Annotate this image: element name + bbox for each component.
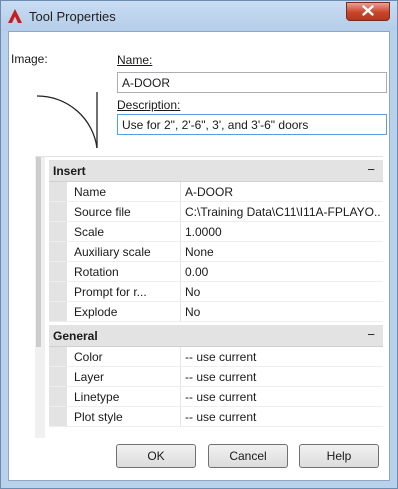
description-field[interactable]: Use for 2", 2'-6", 3', and 3'-6" doors: [117, 114, 387, 135]
property-name: Plot style: [74, 410, 123, 424]
property-value[interactable]: 1.0000: [185, 225, 381, 239]
property-value[interactable]: -- use current: [185, 410, 381, 424]
property-value[interactable]: No: [185, 285, 381, 299]
door-preview-icon: [36, 92, 98, 149]
help-button[interactable]: Help: [299, 444, 379, 468]
property-name: Linetype: [74, 390, 120, 404]
close-button[interactable]: [346, 2, 390, 21]
property-value[interactable]: -- use current: [185, 350, 381, 364]
collapse-icon[interactable]: −: [367, 162, 375, 177]
property-row[interactable]: Scale 1.0000: [49, 222, 383, 242]
section-title: General: [53, 329, 98, 343]
dialog-body: Image: Name: A-DOOR Description: Use for…: [8, 31, 390, 481]
name-label: Name:: [117, 53, 153, 67]
collapse-icon[interactable]: −: [367, 327, 375, 342]
close-icon: [362, 4, 374, 19]
property-row[interactable]: Name A-DOOR: [49, 182, 383, 202]
property-row[interactable]: Linetype -- use current: [49, 387, 383, 407]
property-value[interactable]: A-DOOR: [185, 185, 381, 199]
property-name: Color: [74, 350, 103, 364]
property-row[interactable]: Rotation 0.00: [49, 262, 383, 282]
title-bar[interactable]: Tool Properties: [1, 1, 397, 31]
property-name: Source file: [74, 205, 131, 219]
property-name: Name: [74, 185, 107, 199]
property-row[interactable]: Auxiliary scale None: [49, 242, 383, 262]
property-value[interactable]: None: [185, 245, 381, 259]
scrollbar-thumb[interactable]: [36, 157, 41, 347]
autocad-logo-icon: [8, 9, 22, 23]
property-row[interactable]: Layer -- use current: [49, 367, 383, 387]
property-row[interactable]: Plot style -- use current: [49, 407, 383, 427]
property-row[interactable]: Prompt for r... No: [49, 282, 383, 302]
property-value[interactable]: 0.00: [185, 265, 381, 279]
ok-button[interactable]: OK: [116, 444, 196, 468]
section-general-header[interactable]: General −: [49, 325, 383, 347]
property-name: Scale: [74, 225, 105, 239]
tool-properties-dialog: Tool Properties Image: Name: A-DOOR Desc…: [0, 0, 398, 489]
description-label: Description:: [117, 98, 181, 112]
property-name: Prompt for r...: [74, 285, 147, 299]
properties-grid[interactable]: Insert − Name A-DOOR Source file C:\Traini…: [35, 156, 383, 438]
window-title: Tool Properties: [29, 9, 116, 24]
property-name: Rotation: [74, 265, 119, 279]
grid-scrollbar[interactable]: [35, 157, 45, 438]
property-row[interactable]: Explode No: [49, 302, 383, 322]
property-name: Layer: [74, 370, 105, 384]
property-row[interactable]: Color -- use current: [49, 347, 383, 367]
name-field[interactable]: A-DOOR: [117, 72, 387, 93]
property-value[interactable]: No: [185, 305, 381, 319]
image-label: Image:: [11, 52, 48, 66]
property-row[interactable]: Source file C:\Training Data\C11\I11A-FPL…: [49, 202, 383, 222]
property-value[interactable]: C:\Training Data\C11\I11A-FPLAYO...: [185, 205, 381, 219]
cancel-button[interactable]: Cancel: [208, 444, 288, 468]
property-name: Auxiliary scale: [74, 245, 151, 259]
section-title: Insert: [53, 164, 86, 178]
property-name: Explode: [74, 305, 118, 319]
property-value[interactable]: -- use current: [185, 370, 381, 384]
section-insert-header[interactable]: Insert −: [49, 160, 383, 182]
property-value[interactable]: -- use current: [185, 390, 381, 404]
